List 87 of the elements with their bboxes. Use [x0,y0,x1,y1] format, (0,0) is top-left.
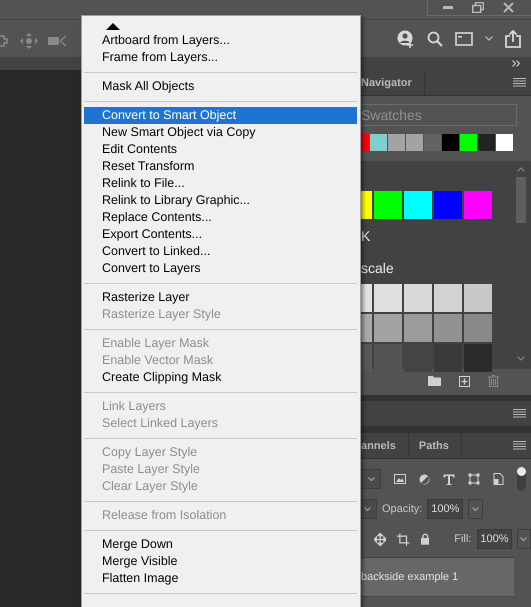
menu-item[interactable]: Reset Transform [84,158,357,175]
collapse-icon[interactable] [512,60,520,67]
layer-row[interactable]: backside example 1 [361,557,514,597]
opacity-label: Opacity: [382,503,422,515]
color-swatch[interactable] [388,134,405,151]
menu-item[interactable]: Merge Visible [84,553,357,570]
blend-mode-dropdown[interactable] [361,499,377,519]
color-swatch[interactable] [404,284,432,312]
filter-dropdown[interactable] [361,469,381,489]
menu-icon[interactable] [513,441,526,450]
menu-item[interactable]: New Smart Object via Copy [84,124,357,141]
swatch-group-label[interactable]: scale [361,253,515,283]
color-swatch[interactable] [374,314,402,342]
menu-item[interactable]: Rasterize Layer [84,289,357,306]
chevron-down-icon [472,507,480,511]
fill-dropdown[interactable] [516,529,531,549]
color-swatch[interactable] [434,344,462,372]
fill-field[interactable]: 100% [477,529,512,549]
lock-icon[interactable] [420,533,430,545]
color-swatch[interactable] [464,314,492,342]
opacity-dropdown[interactable] [468,499,484,519]
video-camera-icon[interactable] [48,34,68,46]
menu-item[interactable]: Frame from Layers... [84,49,357,66]
search-field[interactable]: Swatches [361,104,517,126]
color-swatch[interactable] [374,284,402,312]
menu-icon[interactable] [513,409,526,418]
workspace-icon[interactable] [455,32,473,46]
menu-item[interactable]: Convert to Layers [84,260,357,277]
panel-tab[interactable]: Paths [408,433,462,458]
color-swatch[interactable] [361,191,372,219]
color-swatch[interactable] [424,134,441,151]
color-swatch[interactable] [464,344,492,372]
menu-item[interactable]: Create Clipping Mask [84,369,357,386]
scroll-up-icon[interactable] [106,23,120,30]
color-swatch[interactable] [478,134,495,151]
close-icon[interactable] [502,2,514,13]
color-swatch[interactable] [496,134,513,151]
menu-item[interactable]: Relink to Library Graphic... [84,192,357,209]
opacity-field[interactable]: 100% [427,499,464,519]
menu-item[interactable]: Flatten Image [84,570,357,587]
color-swatch[interactable] [374,191,402,219]
color-swatch[interactable] [434,191,462,219]
new-swatch-icon[interactable] [459,376,470,386]
menu-icon[interactable] [513,78,526,87]
fill-label: Fill: [454,533,472,545]
restore-icon[interactable] [472,2,484,13]
menu-item[interactable]: Export Contents... [84,226,357,243]
color-swatch[interactable] [361,284,372,312]
color-swatch[interactable] [361,314,372,342]
scroll-down-icon[interactable] [516,356,524,361]
color-swatch[interactable] [434,284,462,312]
color-swatch[interactable] [361,344,372,372]
half-circle-icon[interactable] [419,474,430,484]
scroll-thumb[interactable] [516,177,526,223]
color-swatch[interactable] [370,134,387,151]
share-icon[interactable] [505,30,521,48]
chevron-down-icon [368,477,375,481]
filter-toggle[interactable] [517,467,526,491]
trash-icon[interactable] [488,375,499,387]
folder-icon[interactable] [428,376,441,386]
color-swatch[interactable] [464,284,492,312]
type-icon[interactable] [443,474,455,484]
menu-item[interactable]: Edit Contents [84,141,357,158]
color-swatch[interactable] [464,191,492,219]
user-add-icon[interactable] [397,30,415,48]
menu-item[interactable]: Convert to Linked... [84,243,357,260]
menu-item[interactable]: Mask All Objects [84,78,357,95]
chevron-down-icon[interactable] [485,36,493,41]
chevron-down-icon [364,507,371,511]
color-swatch[interactable] [460,134,477,151]
search-icon[interactable] [427,30,443,46]
swatch-group-label[interactable]: K [361,221,515,251]
smart-object-icon[interactable] [493,473,504,485]
menu-item[interactable]: Merge Down [84,536,357,553]
menu-item[interactable]: Relink to File... [84,175,357,192]
color-swatch[interactable] [434,314,462,342]
color-swatch[interactable] [404,191,432,219]
minimize-icon[interactable] [443,6,454,9]
color-swatch[interactable] [406,134,423,151]
transform-icon[interactable] [468,473,480,485]
image-icon[interactable] [394,474,406,484]
chevron-down-icon [520,537,528,541]
color-swatch[interactable] [404,314,432,342]
color-swatch[interactable] [361,134,369,151]
menu-item[interactable]: Replace Contents... [84,209,357,226]
menu-item[interactable]: Convert to Smart Object [84,107,357,124]
color-swatch[interactable] [442,134,459,151]
